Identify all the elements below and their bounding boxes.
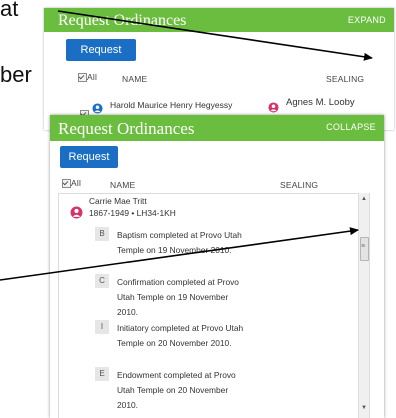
female-person-icon [268, 102, 279, 113]
expand-link[interactable]: EXPAND [348, 15, 386, 25]
ordinance-letter-badge: E [95, 367, 109, 381]
spouse-name[interactable]: Agnes M. Looby [286, 97, 355, 108]
checkbox-icon [78, 73, 87, 83]
panel-header: Request Ordinances EXPAND [44, 8, 394, 32]
ordinance-letter-badge: B [95, 227, 109, 241]
column-header-sealing: SEALING [326, 74, 365, 84]
select-all-label: All [87, 72, 98, 82]
request-ordinances-panel-expanded: Request Ordinances EXPAND Request All NA… [44, 8, 394, 130]
select-all-checkbox[interactable]: All [78, 72, 98, 83]
scroll-thumb[interactable] [360, 237, 369, 261]
column-header-name: NAME [110, 180, 136, 190]
panel-title: Request Ordinances [58, 12, 187, 29]
person-name[interactable]: Carrie Mae Tritt [89, 196, 147, 206]
column-header-sealing: SEALING [280, 180, 319, 190]
request-ordinances-panel-collapsed: Request Ordinances COLLAPSE Request All … [50, 115, 384, 418]
row-person-name[interactable]: Harold Maurice Henry Hegyessy [110, 100, 232, 110]
list-scrollbar[interactable]: ▲ ▼ [358, 193, 369, 418]
slide-text-at: at [0, 0, 19, 21]
select-all-checkbox[interactable]: All [62, 178, 82, 189]
scroll-up-arrow-icon[interactable]: ▲ [361, 196, 367, 202]
collapse-link[interactable]: COLLAPSE [326, 122, 376, 132]
request-button[interactable]: Request [66, 39, 136, 61]
request-button[interactable]: Request [60, 146, 118, 168]
ordinance-letter-badge: C [95, 274, 109, 288]
select-all-label: All [71, 178, 82, 188]
ordinance-status-text: Baptism completed at Provo Utah Temple o… [117, 230, 242, 255]
panel-header: Request Ordinances COLLAPSE [50, 115, 384, 141]
slide-text-ber: ber [0, 62, 32, 87]
ordinance-status-text: Confirmation completed at Provo Utah Tem… [117, 277, 239, 317]
person-details: 1867-1949 • LH34-1KH [89, 208, 176, 218]
ordinance-status-text: Endowment completed at Provo Utah Temple… [117, 370, 236, 410]
column-header-name: NAME [122, 74, 148, 84]
panel-title: Request Ordinances [58, 119, 195, 138]
checkbox-icon [62, 179, 71, 189]
ordinance-letter-badge: I [95, 320, 109, 334]
scroll-down-arrow-icon[interactable]: ▼ [361, 405, 367, 411]
ordinance-status-text: Initiatory completed at Provo Utah Templ… [117, 323, 244, 348]
ordinance-list[interactable]: Carrie Mae Tritt 1867-1949 • LH34-1KH B … [58, 193, 370, 418]
male-person-icon [92, 103, 103, 114]
female-person-icon [70, 206, 83, 219]
